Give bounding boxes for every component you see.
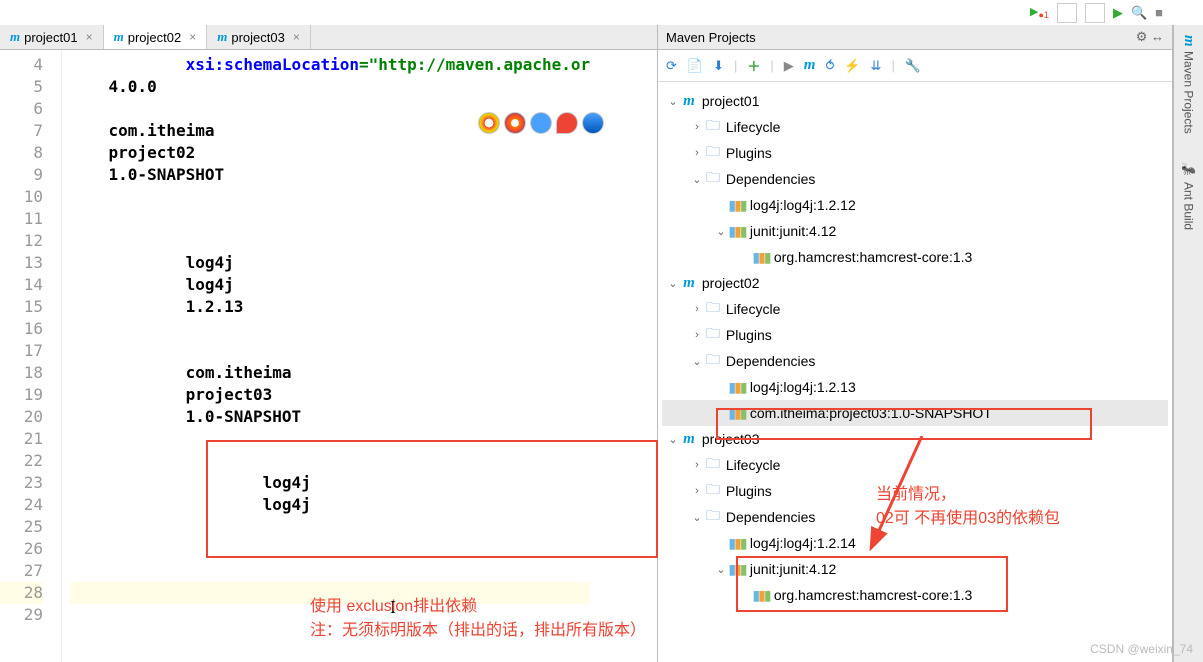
gear-icon[interactable]: ⚙ ↔ [1136,29,1164,45]
expander-icon[interactable]: ⌄ [690,173,704,186]
ant-build-tool[interactable]: 🐜Ant Build [1182,163,1196,230]
tree-node[interactable]: ▮▮▮ log4j:log4j:1.2.14 [662,530,1168,556]
expander-icon[interactable]: ⌄ [666,277,680,290]
tab-project02[interactable]: m project02 × [104,25,208,49]
expander-icon[interactable]: › [690,121,704,133]
maven-icon: m [217,29,227,45]
generate-icon[interactable]: 📄 [687,58,703,74]
expander-icon[interactable]: › [690,485,704,497]
dependency-icon: ▮▮▮ [752,587,770,604]
folder-icon: 🗀 [704,141,722,165]
tree-node[interactable]: ⌄m project02 [662,270,1168,296]
dependency-icon: ▮▮▮ [728,223,746,240]
dependency-icon: ▮▮▮ [752,249,770,266]
expander-icon[interactable]: › [690,329,704,341]
maven-icon: m [114,29,124,45]
tree-node[interactable]: ▮▮▮ org.hamcrest:hamcrest-core:1.3 [662,244,1168,270]
expander-icon[interactable] [714,407,728,419]
folder-icon: 🗀 [704,505,722,529]
lightning-icon[interactable]: ⚡ [844,58,860,74]
tree-node[interactable]: ⌄🗀 Dependencies [662,348,1168,374]
dependency-icon: ▮▮▮ [728,405,746,422]
tree-node[interactable]: ›🗀 Lifecycle [662,452,1168,478]
code-editor[interactable]: xsi:schemaLocation="http://maven.apache.… [62,50,590,662]
expander-icon[interactable]: › [690,147,704,159]
maven-projects-tool[interactable]: mMaven Projects [1180,35,1197,133]
tree-node[interactable]: ▮▮▮ org.hamcrest:hamcrest-core:1.3 [662,582,1168,608]
expander-icon[interactable]: ⌄ [666,95,680,108]
download-icon[interactable]: ⬇ [713,58,724,74]
expander-icon[interactable] [714,381,728,393]
maven-icon: m [10,29,20,45]
browser-icons [478,112,604,134]
tree-node[interactable]: ⌄▮▮▮ junit:junit:4.12 [662,218,1168,244]
expander-icon[interactable] [714,537,728,549]
maven-toolbar: ⟳ 📄 ⬇ | ＋ | ▶ m ⥀ ⚡ ⇊ | 🔧 [658,50,1172,82]
dependency-icon: ▮▮▮ [728,197,746,214]
folder-icon: 🗀 [704,349,722,373]
tree-node[interactable]: ›🗀 Plugins [662,478,1168,504]
tree-node[interactable]: ›🗀 Plugins [662,322,1168,348]
tree-node[interactable]: ▮▮▮ com.itheima:project03:1.0-SNAPSHOT [662,400,1168,426]
folder-icon: 🗀 [704,323,722,347]
expander-icon[interactable]: ⌄ [666,433,680,446]
close-icon[interactable]: × [86,30,93,44]
text-cursor: I [390,597,396,618]
expander-icon[interactable]: › [690,303,704,315]
settings-icon[interactable]: 🔧 [905,58,921,74]
tab-project01[interactable]: m project01 × [0,25,104,49]
maven-module-icon: m [680,431,698,448]
dependency-icon: ▮▮▮ [728,379,746,396]
dependency-icon: ▮▮▮ [728,561,746,578]
tree-node[interactable]: ▮▮▮ log4j:log4j:1.2.13 [662,374,1168,400]
folder-icon: 🗀 [704,479,722,503]
top-toolbar: ▶●1 ▶ 🔍 ■ [1030,0,1163,25]
tree-node[interactable]: ▮▮▮ log4j:log4j:1.2.12 [662,192,1168,218]
tree-node[interactable]: ⌄m project03 [662,426,1168,452]
m-run-icon[interactable]: m [804,57,816,74]
editor-tabs: m project01 ×m project02 ×m project03 × [0,25,657,50]
expander-icon[interactable]: ⌄ [690,355,704,368]
tree-node[interactable]: ›🗀 Plugins [662,140,1168,166]
maven-panel-title: Maven Projects ⚙ ↔ [658,25,1172,50]
folder-icon: 🗀 [704,115,722,139]
expander-icon[interactable]: ⌄ [690,511,704,524]
add-icon[interactable]: ＋ [747,56,760,75]
tree-node[interactable]: ⌄m project01 [662,88,1168,114]
expander-icon[interactable]: ⌄ [714,563,728,576]
tree-node[interactable]: ›🗀 Lifecycle [662,296,1168,322]
collapse-icon[interactable]: ⇊ [871,58,882,74]
tab-project03[interactable]: m project03 × [207,25,311,49]
skip-icon[interactable]: ⥀ [825,58,834,74]
tree-node[interactable]: ⌄🗀 Dependencies [662,504,1168,530]
tree-node[interactable]: ⌄🗀 Dependencies [662,166,1168,192]
expander-icon[interactable] [714,199,728,211]
maven-module-icon: m [680,275,698,292]
watermark: CSDN @weixin_74 [1090,642,1193,656]
folder-icon: 🗀 [704,297,722,321]
expander-icon[interactable] [738,589,752,601]
folder-icon: 🗀 [704,167,722,191]
expander-icon[interactable] [738,251,752,263]
close-icon[interactable]: × [189,30,196,44]
close-icon[interactable]: × [293,30,300,44]
tree-node[interactable]: ›🗀 Lifecycle [662,114,1168,140]
tree-node[interactable]: ⌄▮▮▮ junit:junit:4.12 [662,556,1168,582]
maven-module-icon: m [680,93,698,110]
line-gutter: 4567891011121314151617181920212223242526… [0,50,62,662]
maven-tree[interactable]: ⌄m project01›🗀 Lifecycle›🗀 Plugins⌄🗀 Dep… [658,82,1172,614]
run-icon[interactable]: ▶ [784,58,794,74]
refresh-icon[interactable]: ⟳ [666,58,677,74]
folder-icon: 🗀 [704,453,722,477]
expander-icon[interactable]: › [690,459,704,471]
dependency-icon: ▮▮▮ [728,535,746,552]
expander-icon[interactable]: ⌄ [714,225,728,238]
